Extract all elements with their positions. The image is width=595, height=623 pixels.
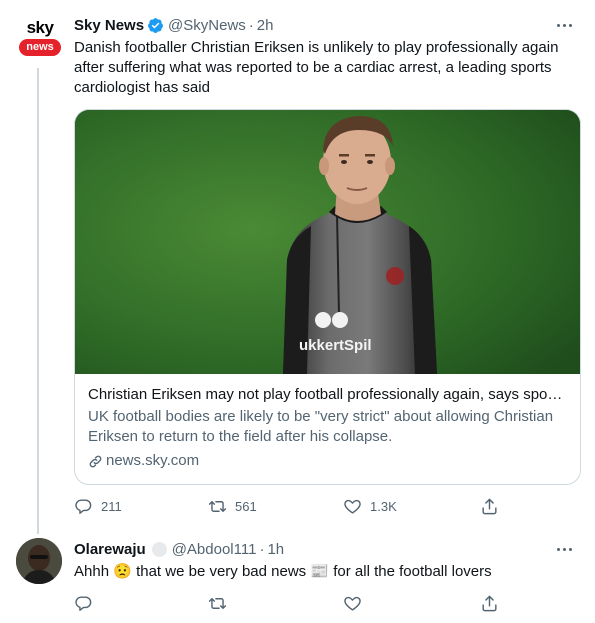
shirt-sponsor-text: ukkertSpil bbox=[299, 337, 372, 354]
thread-connector-line bbox=[37, 68, 39, 534]
reply-meta-separator: · bbox=[259, 540, 265, 558]
reply-author-handle[interactable]: @Abdool111 bbox=[172, 541, 257, 558]
meta-separator: · bbox=[248, 16, 254, 34]
retweet-button[interactable]: 561 bbox=[208, 495, 257, 517]
reply-button[interactable]: 211 bbox=[74, 495, 122, 517]
heart-icon bbox=[344, 596, 361, 611]
share-button[interactable] bbox=[480, 495, 507, 517]
heart-icon bbox=[344, 499, 361, 514]
card-title: Christian Eriksen may not play football … bbox=[88, 386, 567, 403]
avatar-logo-text: sky bbox=[26, 18, 54, 37]
card-image: ukkertSpil bbox=[75, 110, 580, 374]
retweet-icon bbox=[208, 500, 227, 512]
reply-text-part1: Ahhh bbox=[74, 563, 110, 580]
reply-text: Ahhh 😟 that we be very bad news 📰 for al… bbox=[74, 562, 574, 582]
like-count: 1.3K bbox=[370, 498, 397, 514]
reply-reply-button[interactable] bbox=[74, 592, 101, 614]
author-name[interactable]: Sky News bbox=[74, 17, 144, 34]
reply-header: Olarewaju @Abdool111 · 1h bbox=[74, 539, 284, 559]
share-icon bbox=[482, 595, 497, 611]
reply-author-avatar[interactable] bbox=[16, 538, 62, 584]
more-options-icon[interactable] bbox=[553, 15, 575, 35]
reply-text-part2: that we be very bad news bbox=[136, 563, 307, 580]
avatar-logo-pill: news bbox=[19, 39, 61, 56]
tweet-timestamp[interactable]: 2h bbox=[257, 17, 274, 34]
reply-count: 211 bbox=[101, 498, 122, 514]
sky-news-avatar[interactable]: sky news bbox=[16, 15, 64, 63]
verified-badge-icon bbox=[148, 17, 163, 33]
retweet-icon bbox=[208, 597, 227, 609]
card-domain: news.sky.com bbox=[106, 452, 200, 469]
worried-face-emoji: 😟 bbox=[113, 563, 132, 580]
author-handle[interactable]: @SkyNews bbox=[168, 17, 246, 34]
reply-share-button[interactable] bbox=[480, 592, 507, 614]
reply-retweet-button[interactable] bbox=[208, 592, 235, 614]
reply-timestamp[interactable]: 1h bbox=[267, 541, 284, 558]
newspaper-emoji: 📰 bbox=[310, 563, 330, 580]
reply-author-name[interactable]: Olarewaju bbox=[74, 541, 146, 558]
card-domain-row: news.sky.com bbox=[88, 451, 567, 471]
link-icon bbox=[89, 455, 102, 467]
tweet-action-bar: 211 561 1.3K bbox=[74, 495, 574, 517]
reply-action-bar bbox=[74, 592, 574, 614]
reply-like-button[interactable] bbox=[343, 592, 370, 614]
reply-badge-icon bbox=[151, 541, 167, 557]
card-description: UK football bodies are likely to be "ver… bbox=[88, 408, 554, 445]
reply-more-options-icon[interactable] bbox=[553, 539, 575, 559]
reply-icon bbox=[75, 595, 92, 611]
retweet-count: 561 bbox=[235, 498, 257, 514]
link-preview-card[interactable]: ukkertSpil Christian Eriksen may not pla… bbox=[74, 109, 581, 485]
share-icon bbox=[482, 498, 497, 514]
reply-icon bbox=[75, 498, 92, 514]
reply-text-part3: for all the football lovers bbox=[333, 563, 492, 580]
like-button[interactable]: 1.3K bbox=[343, 495, 397, 517]
tweet-text: Danish footballer Christian Eriksen is u… bbox=[74, 39, 559, 96]
tweet-header: Sky News @SkyNews · 2h bbox=[74, 15, 273, 35]
